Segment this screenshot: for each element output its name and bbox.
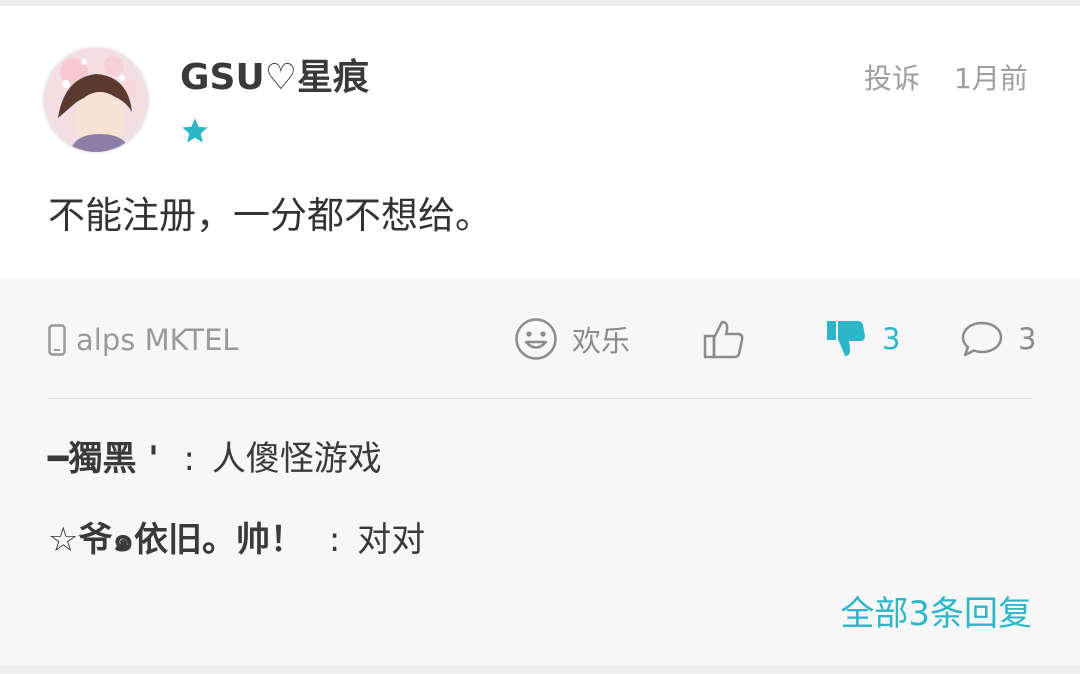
sub-reply-text: 人傻怪游戏 <box>211 439 382 479</box>
star-icon <box>182 118 208 143</box>
comment-time: 1月前 <box>954 62 1028 95</box>
dislike-count: 3 <box>882 322 901 356</box>
chat-bubble-icon <box>961 321 1003 357</box>
dislike-button[interactable]: 3 <box>824 314 900 364</box>
sub-reply-author[interactable]: ☆爷๑依旧。帅！ <box>48 520 304 560</box>
sub-reply-item[interactable]: ☆爷๑依旧。帅！ : 对对 <box>48 518 425 562</box>
avatar[interactable] <box>44 48 148 152</box>
device-name: alps MKTEL <box>76 323 239 357</box>
card-bottom-edge <box>0 666 1080 674</box>
thumbs-up-icon <box>703 320 744 359</box>
mood-button[interactable]: 欢乐 <box>514 314 630 364</box>
mood-label: 欢乐 <box>572 324 631 358</box>
sub-reply-item[interactable]: ━獨黑 ' : 人傻怪游戏 <box>48 437 382 481</box>
comment-card-header: GSU♡星痕 投诉 1月前 不能注册，一分都不想给。 <box>0 6 1080 278</box>
phone-icon <box>48 324 66 356</box>
comment-content: 不能注册，一分都不想给。 <box>48 194 492 237</box>
sub-reply-author[interactable]: ━獨黑 ' <box>48 439 159 479</box>
all-replies-link[interactable]: 全部3条回复 <box>840 592 1032 636</box>
divider <box>48 398 1032 399</box>
reply-button[interactable]: 3 <box>960 314 1036 364</box>
reply-count: 3 <box>1018 322 1037 356</box>
thumbs-down-icon <box>827 321 865 356</box>
sub-reply-text: 对对 <box>357 520 426 560</box>
comment-screen: GSU♡星痕 投诉 1月前 不能注册，一分都不想给。 alps MKTEL 欢乐 <box>0 0 1080 674</box>
sub-reply-separator: : <box>328 520 341 560</box>
report-button[interactable]: 投诉 <box>864 62 920 96</box>
like-button[interactable] <box>702 314 760 364</box>
sub-reply-separator: : <box>183 439 195 479</box>
username[interactable]: GSU♡星痕 <box>180 56 369 100</box>
device-info: alps MKTEL <box>48 318 239 362</box>
smiley-icon <box>515 318 557 360</box>
